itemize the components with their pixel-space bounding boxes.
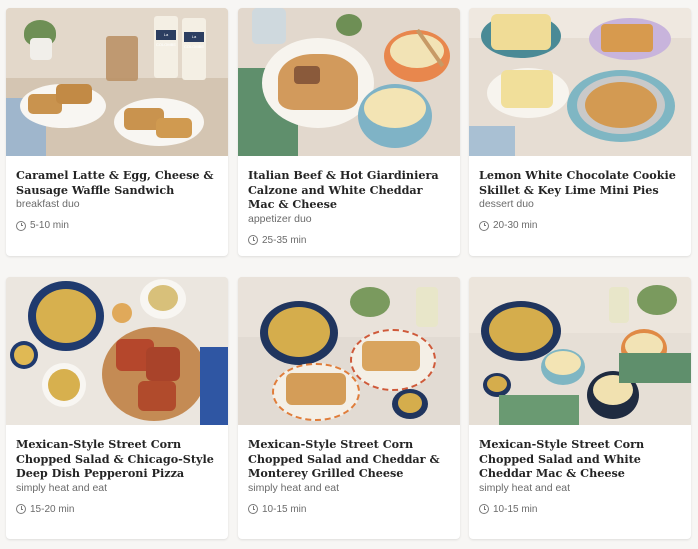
clock-icon xyxy=(479,220,489,231)
product-card-corn-salad-grilled-cheese[interactable]: Mexican-Style Street Corn Chopped Salad … xyxy=(238,277,460,539)
product-image[interactable] xyxy=(238,277,460,425)
product-card-caramel-latte[interactable]: La COLOMBE La COLOMBE Caramel Latte & Eg… xyxy=(6,8,228,256)
product-title[interactable]: Italian Beef & Hot Giardiniera Calzone a… xyxy=(248,168,450,212)
product-card-italian-beef[interactable]: Italian Beef & Hot Giardiniera Calzone a… xyxy=(238,8,460,256)
product-image[interactable] xyxy=(469,277,691,425)
clock-icon xyxy=(248,235,258,245)
clock-icon xyxy=(248,504,258,514)
prep-time: 10-15 min xyxy=(248,504,450,515)
prep-time-label: 10-15 min xyxy=(493,503,538,515)
prep-time: 15-20 min xyxy=(16,504,218,515)
prep-time-label: 20-30 min xyxy=(493,220,538,231)
prep-time-label: 25-35 min xyxy=(262,234,307,246)
product-card-lemon-cookie-skillet[interactable]: Lemon White Chocolate Cookie Skillet & K… xyxy=(469,8,691,256)
prep-time-label: 15-20 min xyxy=(30,503,75,515)
product-image[interactable] xyxy=(6,277,228,425)
product-category: dessert duo xyxy=(479,198,534,210)
product-grid: La COLOMBE La COLOMBE Caramel Latte & Eg… xyxy=(0,0,698,549)
clock-icon xyxy=(479,504,489,514)
clock-icon xyxy=(16,220,26,231)
prep-time-label: 5-10 min xyxy=(30,220,69,231)
product-category: simply heat and eat xyxy=(479,481,571,494)
clock-icon xyxy=(16,504,26,514)
product-card-corn-salad-mac-cheese[interactable]: Mexican-Style Street Corn Chopped Salad … xyxy=(469,277,691,539)
product-card-corn-salad-deep-dish[interactable]: Mexican-Style Street Corn Chopped Salad … xyxy=(6,277,228,539)
brand-label: La COLOMBE xyxy=(156,30,177,47)
product-category: breakfast duo xyxy=(16,198,80,210)
product-image[interactable]: La COLOMBE La COLOMBE xyxy=(6,8,228,156)
product-title[interactable]: Caramel Latte & Egg, Cheese & Sausage Wa… xyxy=(16,168,218,197)
brand-label: La COLOMBE xyxy=(184,32,205,49)
product-category: simply heat and eat xyxy=(16,481,108,494)
product-title[interactable]: Mexican-Style Street Corn Chopped Salad … xyxy=(248,437,450,481)
prep-time-label: 10-15 min xyxy=(262,503,307,515)
product-title[interactable]: Mexican-Style Street Corn Chopped Salad … xyxy=(479,437,681,481)
prep-time: 10-15 min xyxy=(479,504,681,515)
prep-time: 25-35 min xyxy=(248,235,450,246)
product-category: simply heat and eat xyxy=(248,481,340,494)
product-image[interactable] xyxy=(469,8,691,156)
prep-time: 20-30 min xyxy=(479,220,681,231)
product-title[interactable]: Mexican-Style Street Corn Chopped Salad … xyxy=(16,437,218,481)
product-category: appetizer duo xyxy=(248,212,312,225)
product-title[interactable]: Lemon White Chocolate Cookie Skillet & K… xyxy=(479,168,681,197)
prep-time: 5-10 min xyxy=(16,220,218,231)
product-image[interactable] xyxy=(238,8,460,156)
